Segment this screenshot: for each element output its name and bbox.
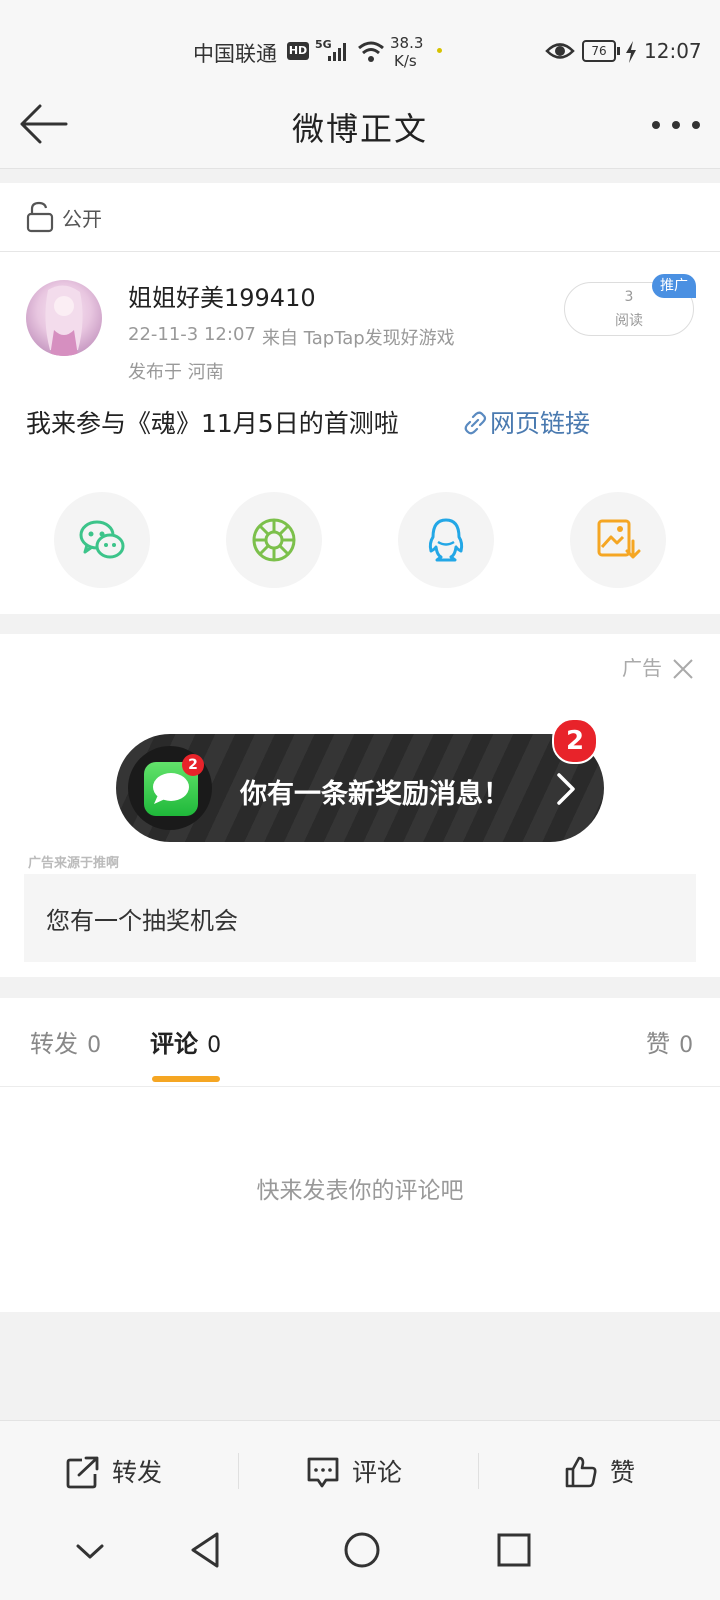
tab-repost-count: 0 [87,1033,102,1058]
notification-dot-icon [437,48,442,53]
battery-icon: 76 [582,40,616,62]
page-title: 微博正文 [291,110,428,148]
save-image-button[interactable] [570,492,666,588]
post-location: 发布于 河南 [128,362,224,383]
home-circle-icon[interactable] [342,1530,382,1570]
ad-source: 广告来源于推啊 [28,856,120,871]
interaction-tabs: 转发 0 评论 0 赞 0 [0,998,720,1087]
close-ad-icon[interactable] [672,658,694,680]
link-icon[interactable] [462,410,488,436]
app-badge: 2 [182,754,204,776]
image-download-icon [597,519,641,559]
tab-like[interactable]: 赞 0 [646,1024,693,1059]
clock: 12:07 [644,39,702,63]
net-speed-value: 38.3 [390,34,424,52]
unlock-icon [26,201,54,233]
web-link[interactable]: 网页链接 [490,404,590,440]
share-moments-button[interactable] [226,492,322,588]
qq-icon [428,518,464,562]
visibility-row[interactable]: 公开 [0,183,720,252]
battery-tip [617,47,620,55]
empty-comments-text: 快来发表你的评论吧 [256,1178,464,1204]
like-label: 赞 [610,1458,636,1487]
tab-comment[interactable]: 评论 0 [150,1024,221,1059]
tab-repost-label: 转发 [30,1030,78,1058]
author-name[interactable]: 姐姐好美199410 [128,278,316,313]
net-speed-unit: K/s [394,52,417,70]
ad-card: 广告 2 你有一条新奖励消息！ 2 广告来源于推啊 您有一个抽奖机会 [0,634,720,977]
wechat-icon [79,520,125,559]
tab-comment-count: 0 [207,1033,222,1058]
repost-label: 转发 [112,1458,163,1487]
tab-like-label: 赞 [646,1030,670,1058]
banner-text: 你有一条新奖励消息！ [240,779,510,810]
divider [238,1453,239,1489]
back-triangle-icon[interactable] [188,1530,222,1570]
lottery-box[interactable]: 您有一个抽奖机会 [24,874,696,962]
lottery-text: 您有一个抽奖机会 [46,907,238,935]
visibility-label: 公开 [62,207,102,231]
chevron-right-icon [557,773,575,805]
post-time: 22-11-3 12:07 [128,324,256,345]
reward-banner[interactable]: 2 你有一条新奖励消息！ [116,734,604,842]
avatar-illustration [45,285,83,356]
carrier-label: 中国联通 [193,42,277,66]
divider [478,1453,479,1489]
bottom-action-bar: 转发 评论 赞 [0,1420,720,1521]
post-text: 我来参与《魂》11月5日的首测啦 [26,409,399,438]
wifi-icon [358,41,384,62]
hd-badge: HD [287,42,309,60]
moments-icon [252,518,296,562]
thumbs-up-icon [565,1456,597,1488]
ad-label: 广告 [622,656,662,680]
active-tab-indicator [152,1076,220,1082]
recents-square-icon[interactable] [496,1532,532,1568]
post-card: 姐姐好美199410 22-11-3 12:07 来自 TapTap发现好游戏 … [0,252,720,614]
chevron-down-icon[interactable] [74,1540,106,1564]
messages-app-circle: 2 [128,746,212,830]
post-source[interactable]: 来自 TapTap发现好游戏 [262,324,455,350]
like-button[interactable]: 赞 [564,1451,664,1495]
share-wechat-button[interactable] [54,492,150,588]
title-bar: 微博正文 [0,80,720,169]
avatar[interactable] [26,280,102,356]
comment-label: 评论 [352,1458,403,1487]
repost-icon [66,1456,99,1489]
tab-repost[interactable]: 转发 0 [30,1024,101,1059]
tab-comment-label: 评论 [150,1030,198,1058]
promote-badge[interactable]: 推广 [652,274,696,298]
signal-icon [328,43,346,61]
share-qq-button[interactable] [398,492,494,588]
read-label: 阅读 [615,313,643,329]
battery-level: 76 [591,44,607,58]
reward-badge: 2 [552,718,598,764]
repost-button[interactable]: 转发 [66,1451,196,1495]
comment-icon [307,1457,339,1488]
comment-button[interactable]: 评论 [306,1451,436,1495]
eye-icon [545,43,575,59]
more-options-icon[interactable] [650,118,702,132]
tab-like-count: 0 [679,1033,694,1058]
comments-area: 快来发表你的评论吧 [0,1087,720,1312]
charging-icon [626,41,636,63]
system-nav-bar [0,1520,720,1600]
